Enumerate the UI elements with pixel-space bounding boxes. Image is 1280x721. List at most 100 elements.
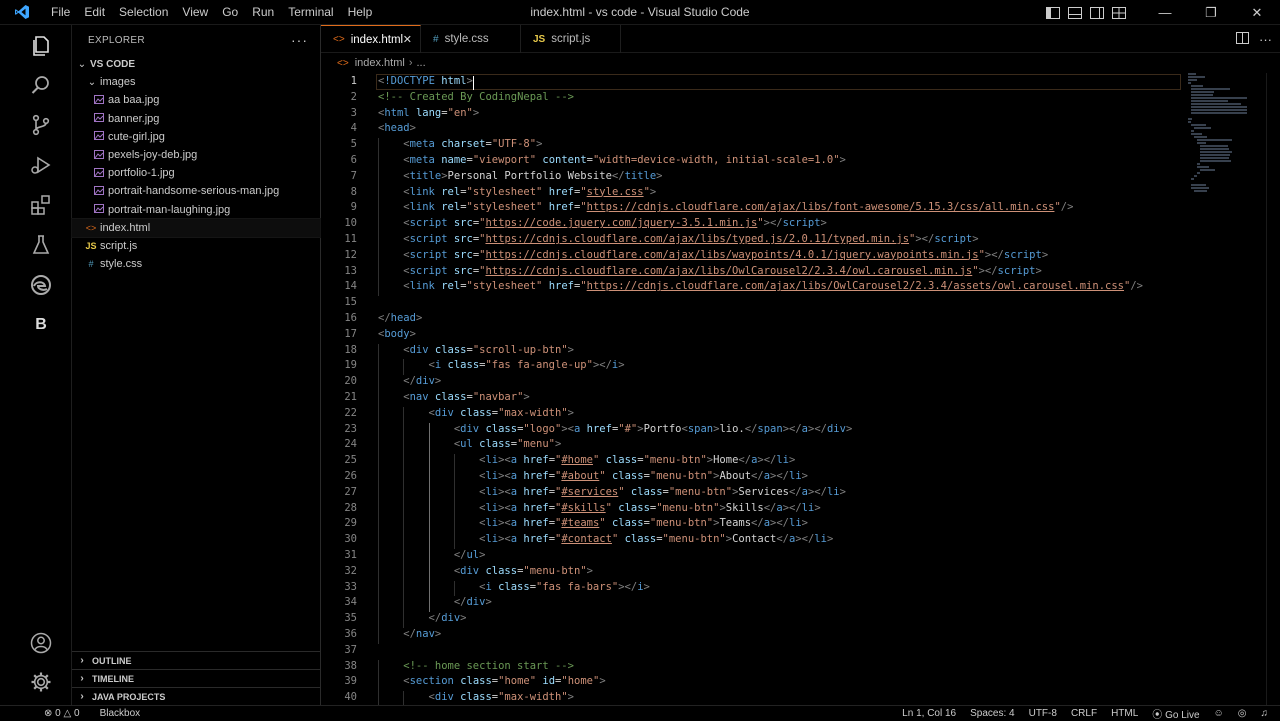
minimap-line [1191, 97, 1247, 99]
code-token: </ [738, 454, 752, 467]
breadcrumb-file[interactable]: index.html [355, 57, 405, 69]
minimize-icon[interactable]: — [1142, 0, 1188, 25]
image-file-item[interactable]: portrait-handsome-serious-man.jpg [72, 182, 320, 200]
tab-script-js[interactable]: JS script.js [521, 25, 621, 53]
more-actions-icon[interactable]: ··· [1259, 32, 1272, 47]
line-ending[interactable]: CRLF [1071, 708, 1097, 719]
line-number: 4 [350, 122, 357, 135]
images-folder[interactable]: ⌄ images [72, 73, 320, 91]
line-number: 6 [350, 154, 357, 166]
minimap[interactable] [1188, 73, 1248, 323]
code-editor[interactable]: 1 <!DOCTYPE html> 2 <!-- Created By CodingN… [321, 73, 1181, 705]
blackbox-status[interactable]: Blackbox [100, 708, 141, 719]
outline-section[interactable]: › OUTLINE [72, 651, 321, 669]
minimap-line [1200, 154, 1230, 156]
code-token: class [434, 343, 467, 356]
edge-browser-icon[interactable] [28, 272, 54, 298]
image-file-item[interactable]: portrait-man-laughing.jpg [72, 201, 320, 219]
code-token: > [839, 485, 846, 498]
code-line: <li><a href="#home" class="menu-btn">Hom… [479, 454, 795, 466]
menu-help[interactable]: Help [341, 0, 380, 25]
minimap-line [1191, 124, 1206, 126]
code-token: class [624, 533, 657, 546]
problems-indicator[interactable]: ⊗ 0 △ 0 [44, 708, 80, 719]
html-file-icon: <> [333, 34, 345, 45]
toggle-secondary-sidebar-icon[interactable] [1086, 0, 1108, 25]
search-icon[interactable] [28, 72, 54, 98]
menu-edit[interactable]: Edit [77, 0, 112, 25]
blackbox-icon[interactable]: B [28, 312, 54, 338]
indent-guide [378, 169, 379, 186]
line-number: 21 [344, 391, 357, 403]
testing-flask-icon[interactable] [28, 232, 54, 258]
code-line: <li><a href="#contact" class="menu-btn">… [479, 533, 833, 545]
extensions-icon[interactable] [28, 192, 54, 218]
code-line: <script src="https://cdnjs.cloudflare.co… [403, 265, 1042, 277]
run-debug-icon[interactable] [28, 152, 54, 178]
code-token: "scroll-up-btn" [472, 343, 568, 356]
more-actions-icon[interactable]: ··· [291, 32, 308, 48]
indentation[interactable]: Spaces: 4 [970, 708, 1014, 719]
account-icon[interactable] [28, 630, 54, 656]
close-window-icon[interactable]: ✕ [1234, 0, 1280, 25]
toggle-panel-icon[interactable] [1064, 0, 1086, 25]
menu-go[interactable]: Go [215, 0, 245, 25]
image-file-item[interactable]: cute-girl.jpg [72, 128, 320, 146]
code-token: > [567, 343, 574, 356]
code-token: "width=device-width, initial-scale=1.0" [592, 154, 840, 166]
tab-style-css[interactable]: # style.css [421, 25, 521, 53]
file-style-css[interactable]: # style.css [72, 255, 320, 273]
account-icon[interactable]: ◎ [1238, 708, 1247, 719]
root-folder[interactable]: ⌄ VS CODE [72, 55, 320, 73]
split-editor-icon[interactable] [1236, 31, 1249, 47]
tab-index-html[interactable]: <> index.html ✕ [321, 25, 421, 53]
menu-run[interactable]: Run [245, 0, 281, 25]
code-token: script [934, 233, 973, 245]
image-file-item[interactable]: aa baa.jpg [72, 91, 320, 109]
customize-layout-icon[interactable] [1108, 0, 1130, 25]
minimap-line [1200, 145, 1228, 147]
indent-guide [453, 533, 455, 549]
indent-guide [403, 533, 405, 549]
code-token: >< [498, 517, 511, 530]
file-script-js[interactable]: JS script.js [72, 237, 320, 255]
maximize-icon[interactable]: ❐ [1188, 0, 1234, 25]
indent-guide [378, 564, 379, 581]
encoding[interactable]: UTF-8 [1029, 708, 1057, 719]
cursor-position[interactable]: Ln 1, Col 16 [902, 708, 956, 719]
language-mode[interactable]: HTML [1111, 708, 1138, 719]
breadcrumb-rest[interactable]: ... [417, 57, 426, 69]
editor-scrollbar[interactable] [1266, 73, 1280, 705]
code-token: class [611, 470, 644, 482]
explorer-icon[interactable] [28, 33, 54, 59]
line-number: 40 [344, 691, 357, 704]
close-tab-icon[interactable]: ✕ [403, 33, 412, 46]
indent-guide [428, 533, 430, 549]
image-file-item[interactable]: banner.jpg [72, 110, 320, 128]
source-control-icon[interactable] [28, 112, 54, 138]
menu-bar: File Edit Selection View Go Run Terminal… [44, 0, 379, 25]
file-label: cute-girl.jpg [108, 130, 165, 143]
menu-file[interactable]: File [44, 0, 77, 25]
settings-gear-icon[interactable] [28, 669, 54, 695]
menu-terminal[interactable]: Terminal [281, 0, 340, 25]
image-file-item[interactable]: pexels-joy-deb.jpg [72, 146, 320, 164]
go-live-button[interactable]: ⦿ Go Live [1152, 706, 1199, 721]
indent-guide [378, 454, 379, 470]
line-number: 11 [344, 233, 357, 245]
copilot-icon[interactable]: ☺ [1214, 708, 1224, 719]
notifications-bell-icon[interactable]: ♫ [1261, 708, 1269, 719]
code-token: > [801, 517, 808, 530]
menu-view[interactable]: View [175, 0, 215, 25]
toggle-sidebar-icon[interactable] [1042, 0, 1064, 25]
menu-selection[interactable]: Selection [112, 0, 175, 25]
code-token: class [460, 675, 492, 688]
line-number: 27 [344, 485, 357, 498]
line-number: 7 [350, 169, 357, 182]
file-index-html[interactable]: <> index.html [71, 217, 321, 238]
timeline-section[interactable]: › TIMELINE [72, 669, 321, 687]
code-token: > [1035, 264, 1042, 277]
code-token: > [839, 154, 846, 166]
java-projects-section[interactable]: › JAVA PROJECTS [72, 687, 321, 705]
image-file-item[interactable]: portfolio-1.jpg [72, 164, 320, 182]
